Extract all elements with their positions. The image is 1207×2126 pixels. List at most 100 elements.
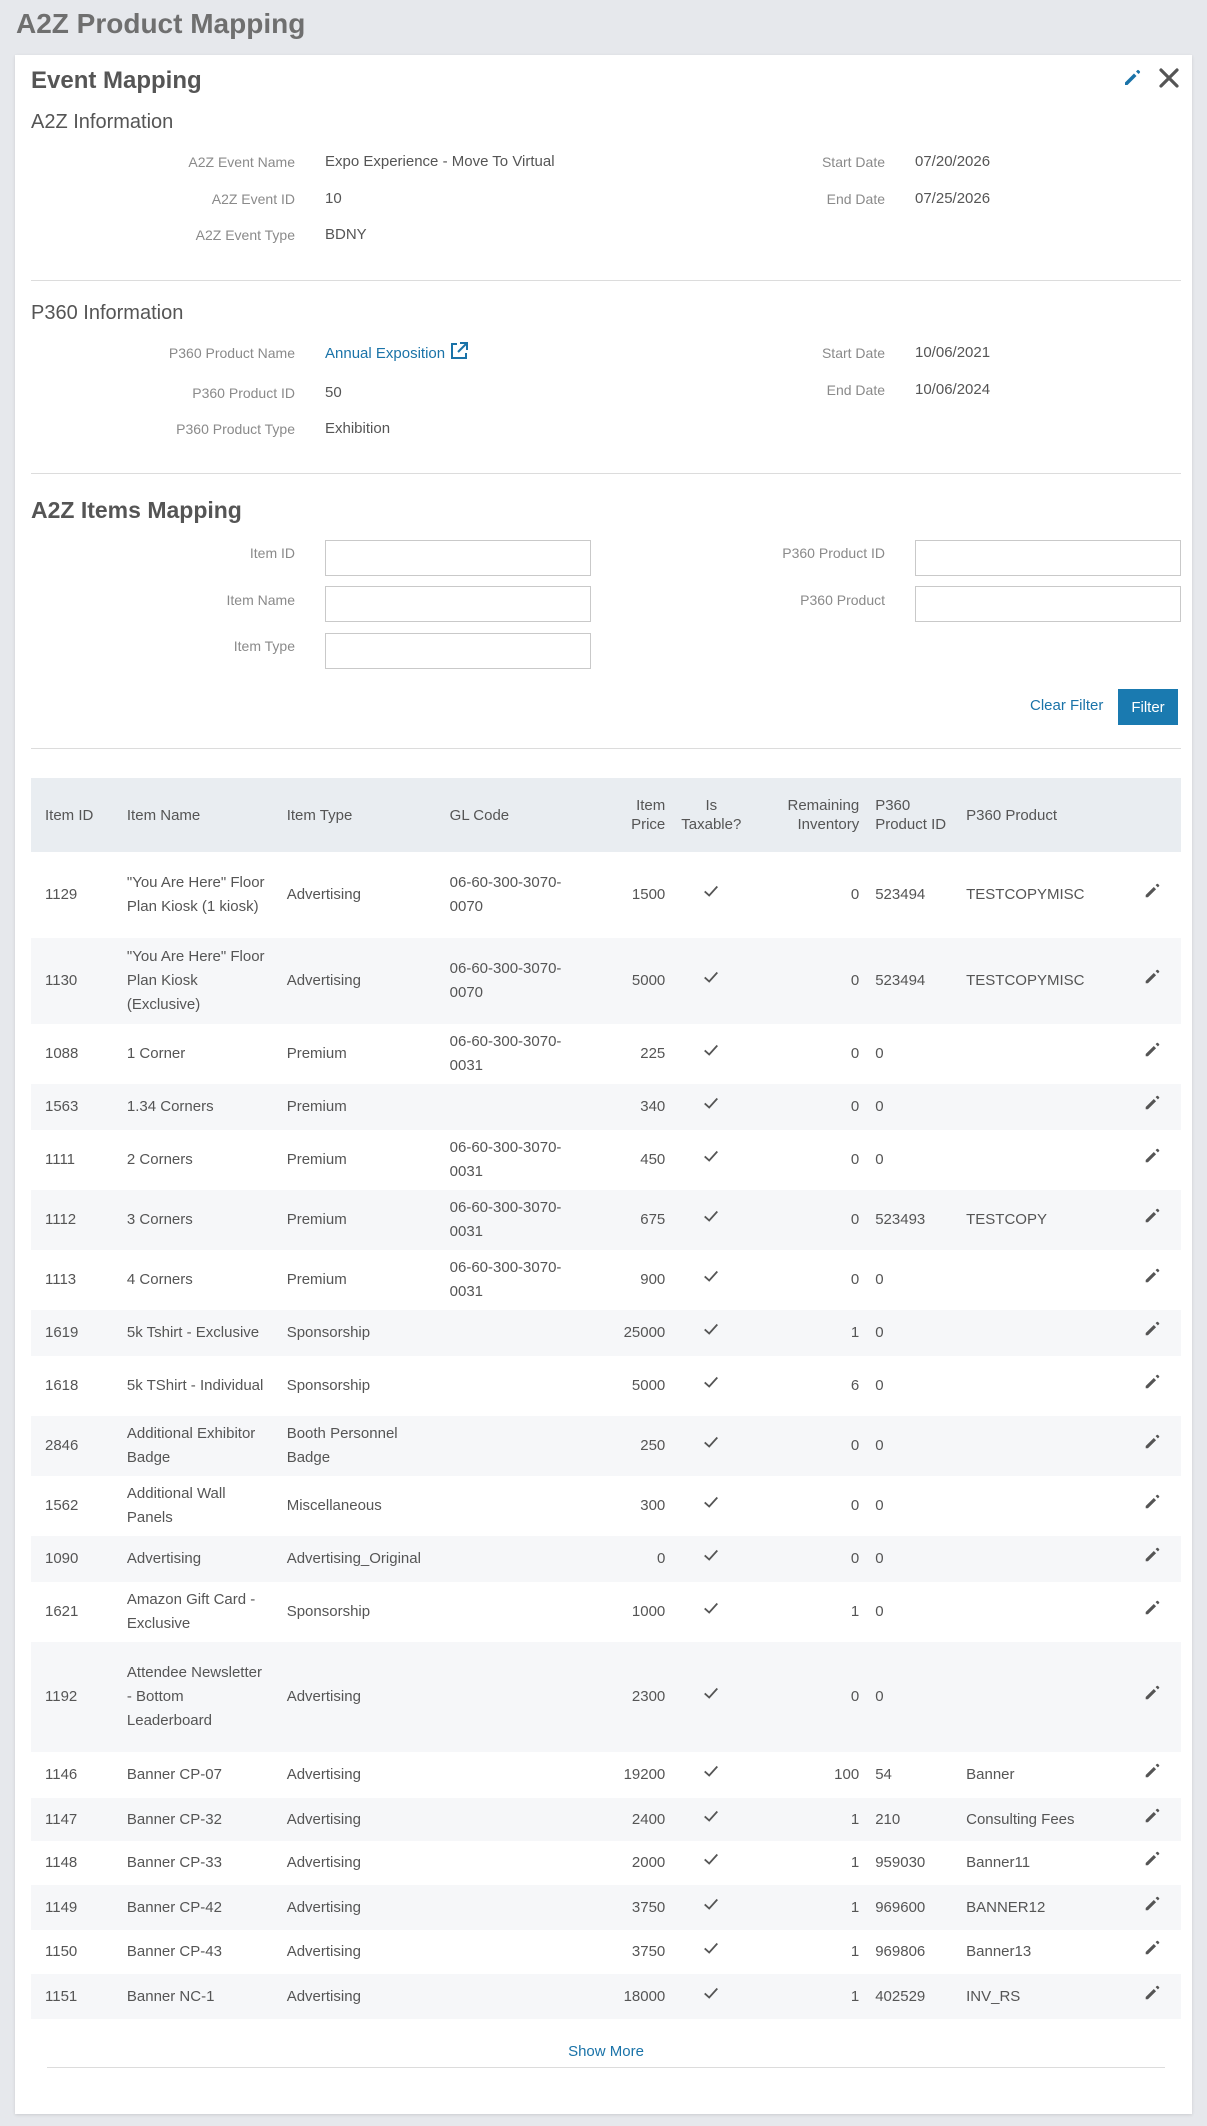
col-is-taxable[interactable]: Is Taxable? [673, 778, 750, 852]
items-mapping-title: A2Z Items Mapping [31, 497, 242, 523]
close-icon[interactable] [1158, 67, 1180, 89]
cell-item-type: Premium [278, 1190, 442, 1250]
cell-p360-product [958, 1476, 1123, 1536]
p360-product-id-filter-input[interactable] [915, 540, 1181, 576]
cell-p360-product [958, 1582, 1123, 1642]
row-edit-button[interactable] [1123, 1885, 1181, 1930]
cell-item-type: Advertising [278, 1974, 442, 2019]
page-title: A2Z Product Mapping [16, 8, 306, 39]
row-edit-button[interactable] [1123, 1250, 1181, 1310]
cell-is-taxable [673, 1416, 750, 1476]
row-edit-button[interactable] [1123, 1798, 1181, 1841]
cell-item-id: 1147 [31, 1798, 119, 1841]
cell-p360-product-id: 0 [875, 1497, 884, 1514]
cell-is-taxable [673, 1536, 750, 1582]
cell-item-price: 3750 [596, 1885, 674, 1930]
table-row: 1146 Banner CP-07 Advertising 19200 100 54 Ban… [31, 1752, 1181, 1798]
col-remaining-inventory[interactable]: Remaining Inventory [749, 778, 868, 852]
table-row: 1111 2 Corners Premium 06-60-300-3070-0031 4… [31, 1130, 1181, 1190]
cell-item-id: 2846 [31, 1416, 119, 1476]
cell-is-taxable [673, 1130, 749, 1190]
row-edit-button[interactable] [1123, 938, 1181, 1024]
col-item-price[interactable]: Item Price [596, 778, 674, 852]
show-more-link[interactable]: Show More [560, 2043, 652, 2060]
col-gl-code[interactable]: GL Code [441, 778, 597, 852]
checkmark-icon [702, 885, 720, 904]
cell-is-taxable [673, 1841, 749, 1885]
col-item-type[interactable]: Item Type [278, 778, 442, 852]
cell-item-id: 1562 [45, 1497, 79, 1514]
cell-is-taxable [673, 1974, 750, 2019]
p360-product-filter-input[interactable] [915, 586, 1181, 622]
cell-remaining-inventory: 0 [749, 1084, 868, 1130]
a2z-event-id-label: A2Z Event ID [211, 191, 295, 207]
row-edit-button[interactable] [1123, 1841, 1181, 1885]
cell-item-id: 1113 [45, 1271, 77, 1288]
cell-item-name: 5k TShirt - Individual [126, 1377, 264, 1394]
cell-p360-product-id: 523494 [867, 938, 959, 1024]
item-id-filter-label: Item ID [249, 545, 295, 561]
row-edit-button[interactable] [1123, 1642, 1181, 1752]
pencil-icon[interactable] [1122, 68, 1142, 88]
col-item-id[interactable]: Item ID [31, 778, 119, 852]
pencil-icon [1143, 1940, 1161, 1961]
col-item-name[interactable]: Item Name [118, 778, 279, 852]
a2z-event-type-label: A2Z Event Type [195, 227, 295, 243]
table-header-row: Item ID Item Name Item Type GL Code Item… [31, 778, 1181, 852]
cell-item-price: 300 [640, 1497, 666, 1514]
row-edit-button[interactable] [1123, 1476, 1181, 1536]
cell-p360-product: TESTCOPYMISC [958, 938, 1124, 1024]
cell-remaining-inventory: 0 [749, 1416, 868, 1476]
cell-item-price: 19200 [623, 1766, 666, 1783]
cell-item-id: 1090 [31, 1536, 119, 1582]
item-type-filter-input[interactable] [325, 633, 591, 669]
a2z-event-type-value: BDNY [325, 226, 367, 243]
row-edit-button[interactable] [1123, 1536, 1181, 1582]
cell-item-price: 2000 [631, 1854, 666, 1871]
cell-item-type: Sponsorship [278, 1310, 442, 1356]
row-edit-button[interactable] [1123, 1582, 1181, 1642]
checkmark-icon [702, 1323, 720, 1342]
cell-item-name: Additional Wall Panels [126, 1485, 226, 1526]
cell-item-name: Banner CP-33 [126, 1854, 222, 1871]
p360-product-name-link[interactable]: Annual Exposition [325, 341, 469, 365]
row-edit-button[interactable] [1123, 1752, 1181, 1798]
cell-is-taxable [673, 1310, 750, 1356]
row-edit-button[interactable] [1123, 1130, 1181, 1190]
cell-is-taxable [673, 1752, 749, 1798]
cell-p360-product-id: 210 [867, 1798, 959, 1841]
cell-item-id: 1563 [31, 1084, 119, 1130]
cell-remaining-inventory: 1 [749, 1310, 868, 1356]
row-edit-button[interactable] [1123, 1930, 1181, 1974]
show-more-bar: Show More [31, 2043, 1181, 2073]
row-edit-button[interactable] [1123, 1310, 1181, 1356]
cell-item-type: Advertising [278, 1642, 442, 1752]
cell-item-id: 1112 [31, 1190, 119, 1250]
col-p360-product[interactable]: P360 Product [958, 778, 1124, 852]
row-edit-button[interactable] [1123, 1416, 1181, 1476]
cell-gl-code [442, 1752, 597, 1798]
cell-p360-product-id: 0 [867, 1642, 959, 1752]
cell-item-id: 1149 [31, 1885, 119, 1930]
col-p360-product-id[interactable]: P360 Product ID [867, 778, 959, 852]
cell-remaining-inventory: 1 [749, 1885, 868, 1930]
cell-item-id: 1619 [31, 1310, 119, 1356]
pencil-icon [1143, 1321, 1161, 1342]
checkmark-icon [702, 1687, 720, 1706]
row-edit-button[interactable] [1123, 1024, 1181, 1084]
pencil-icon [1143, 1896, 1161, 1917]
cell-remaining-inventory: 100 [834, 1766, 860, 1783]
cell-item-name: Banner NC-1 [118, 1974, 279, 2019]
row-edit-button[interactable] [1123, 852, 1181, 938]
p360-product-type-value: Exhibition [325, 420, 391, 437]
item-id-filter-input[interactable] [325, 540, 591, 576]
filter-button[interactable]: Filter [1118, 689, 1178, 725]
cell-gl-code [441, 1084, 597, 1130]
item-name-filter-input[interactable] [325, 586, 591, 622]
checkmark-icon [702, 1044, 720, 1063]
clear-filter-button[interactable]: Clear Filter [1030, 697, 1103, 714]
row-edit-button[interactable] [1123, 1356, 1181, 1416]
row-edit-button[interactable] [1123, 1084, 1181, 1130]
row-edit-button[interactable] [1123, 1974, 1181, 2019]
row-edit-button[interactable] [1123, 1190, 1181, 1250]
